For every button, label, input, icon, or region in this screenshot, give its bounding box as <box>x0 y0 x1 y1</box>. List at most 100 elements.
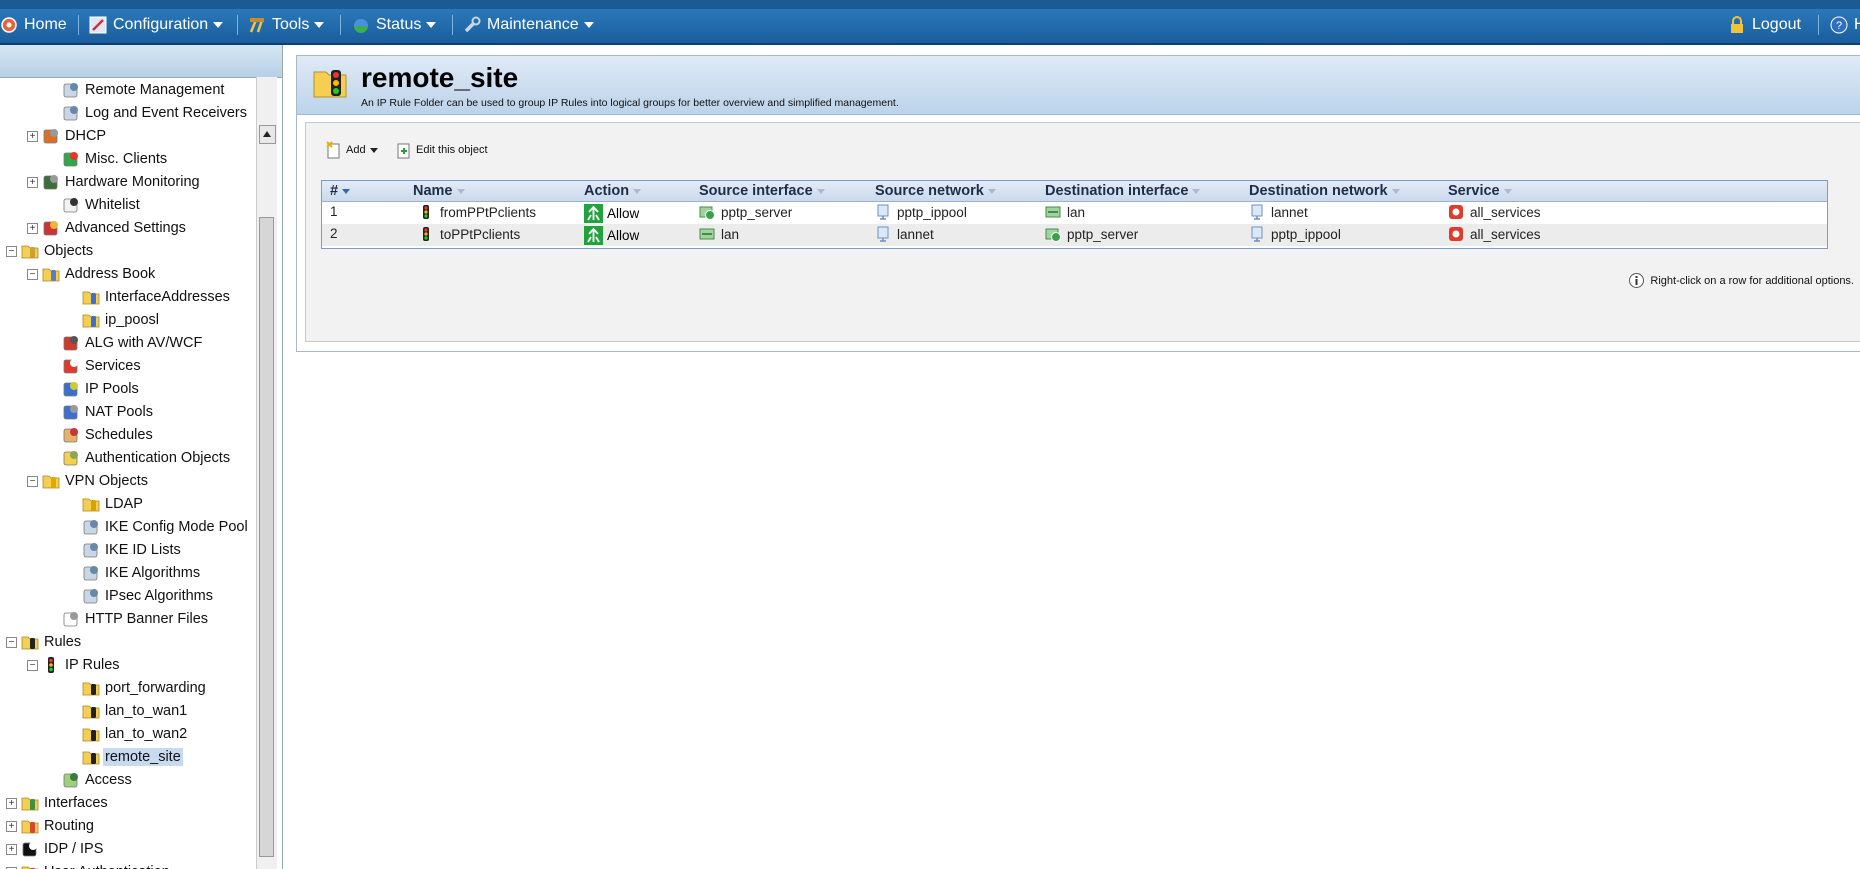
allow-icon <box>584 226 603 245</box>
column-header-source-interface[interactable]: Source interface <box>699 183 825 199</box>
tree-node-routing[interactable]: + Routing <box>6 815 96 837</box>
sort-icon <box>456 188 465 194</box>
cell-service: all_services <box>1448 226 1541 242</box>
tree-node-ip-poosl[interactable]: ip_poosl <box>67 309 161 331</box>
tree-node-ip-rules[interactable]: − IP Rules <box>27 654 122 676</box>
tree-node-log-and-event-receivers[interactable]: Log and Event Receivers <box>47 102 249 124</box>
idp-icon <box>22 842 37 857</box>
column-header-label: Service <box>1448 183 1500 199</box>
tree-node-dhcp[interactable]: + DHCP <box>27 125 108 147</box>
tree-node-lan-to-wan1[interactable]: lan_to_wan1 <box>67 700 189 722</box>
column-header-label: # <box>330 183 339 199</box>
tree-node-remote-site[interactable]: remote_site <box>67 746 183 768</box>
routing-folder-icon <box>21 820 39 834</box>
navigation-sidebar: Remote Management Log and Event Receivers… <box>0 45 283 869</box>
tree-node-objects[interactable]: − Objects <box>6 240 95 262</box>
tree-node-label: Authentication Objects <box>85 450 231 466</box>
collapse-icon[interactable]: − <box>27 475 38 487</box>
top-navigation-bar: Home Configuration Tools Status Maintena… <box>0 0 1860 45</box>
tree-node-label: Rules <box>44 634 82 650</box>
nav-configuration[interactable]: Configuration <box>89 13 224 37</box>
help-button[interactable]: ? H <box>1830 13 1860 37</box>
sort-icon <box>1192 188 1201 194</box>
tree-node-user-authentication[interactable]: +User Authentication <box>6 861 172 869</box>
tree-node-misc-clients[interactable]: Misc. Clients <box>47 148 169 170</box>
expand-icon[interactable]: + <box>6 820 17 832</box>
tree-node-address-book[interactable]: − Address Book <box>27 263 157 285</box>
tree-node-access[interactable]: Access <box>47 769 134 791</box>
expand-icon[interactable]: + <box>27 176 38 188</box>
tree-node-label: Routing <box>44 818 94 834</box>
tree-node-advanced-settings[interactable]: + Advanced Settings <box>27 217 188 239</box>
nav-home[interactable]: Home <box>0 13 67 37</box>
tree-node-lan-to-wan2[interactable]: lan_to_wan2 <box>67 723 189 745</box>
tree-node-interfaceaddresses[interactable]: InterfaceAddresses <box>67 286 232 308</box>
nav-status[interactable]: Status <box>352 13 437 37</box>
expand-icon[interactable]: + <box>27 222 38 234</box>
tree-node-remote-management[interactable]: Remote Management <box>47 79 226 101</box>
tree-node-idp-ips[interactable]: + IDP / IPS <box>6 838 105 860</box>
chevron-down-icon <box>369 147 378 153</box>
cell-action: Allow <box>584 226 639 245</box>
content-area: Add Edit this object # Name Action Sourc… <box>305 122 1860 342</box>
column-header-destination-interface[interactable]: Destination interface <box>1045 183 1201 199</box>
tree-node-schedules[interactable]: Schedules <box>47 424 155 446</box>
collapse-icon[interactable]: − <box>6 245 17 257</box>
traffic-light-icon <box>423 205 429 219</box>
tree-node-vpn-objects[interactable]: − VPN Objects <box>27 470 150 492</box>
cell-text: lan <box>721 226 740 242</box>
tree-node-ike-algorithms[interactable]: IKE Algorithms <box>67 562 202 584</box>
nav-tools[interactable]: Tools <box>248 13 325 37</box>
collapse-icon[interactable]: − <box>27 268 38 280</box>
expand-icon[interactable]: + <box>6 843 17 855</box>
collapse-icon[interactable]: − <box>27 659 38 671</box>
scroll-up-button[interactable] <box>259 125 276 144</box>
tree-node-whitelist[interactable]: Whitelist <box>47 194 142 216</box>
edit-object-button[interactable]: Edit this object <box>396 141 488 159</box>
tree-node-label: IDP / IPS <box>44 841 104 857</box>
tree-node-ldap[interactable]: LDAP <box>67 493 145 515</box>
tree-node-hardware-monitoring[interactable]: + Hardware Monitoring <box>27 171 202 193</box>
tree-node-authentication-objects[interactable]: Authentication Objects <box>47 447 232 469</box>
hint-text: Right-click on a row for additional opti… <box>1650 274 1854 287</box>
add-button[interactable]: Add <box>326 141 378 159</box>
tree-node-rules[interactable]: − Rules <box>6 631 83 653</box>
column-header-label: Source network <box>875 183 984 199</box>
column-header-source-network[interactable]: Source network <box>875 183 996 199</box>
collapse-icon[interactable]: − <box>6 636 17 648</box>
log-receiver-icon <box>63 106 78 121</box>
rule-folder-icon <box>82 682 100 696</box>
column-header-destination-network[interactable]: Destination network <box>1249 183 1400 199</box>
expand-icon[interactable]: + <box>6 797 17 809</box>
column-header-name[interactable]: Name <box>413 183 465 199</box>
nav-maintenance[interactable]: Maintenance <box>463 13 594 37</box>
expand-icon[interactable]: + <box>27 130 38 142</box>
tree-node-label: ip_poosl <box>105 312 160 328</box>
add-icon <box>326 141 340 159</box>
sort-icon <box>987 188 996 194</box>
tree-node-alg-with-av-wcf[interactable]: ALG with AV/WCF <box>47 332 204 354</box>
tree-node-ike-id-lists[interactable]: IKE ID Lists <box>67 539 183 561</box>
page-description: An IP Rule Folder can be used to group I… <box>361 97 899 109</box>
tree-node-http-banner-files[interactable]: HTTP Banner Files <box>47 608 210 630</box>
edit-object-label: Edit this object <box>416 144 488 156</box>
column-header-action[interactable]: Action <box>584 183 642 199</box>
tree-node-port-forwarding[interactable]: port_forwarding <box>67 677 208 699</box>
column-header-service[interactable]: Service <box>1448 183 1512 199</box>
tree-node-ike-config-mode-pool[interactable]: IKE Config Mode Pool <box>67 516 250 538</box>
sidebar-scrollbar[interactable] <box>256 77 277 869</box>
tree-node-ipsec-algorithms[interactable]: IPsec Algorithms <box>67 585 215 607</box>
table-row[interactable]: 2 toPPtPclients Allow lan lannet pptp_server p… <box>322 224 1827 246</box>
tree-node-interfaces[interactable]: + Interfaces <box>6 792 110 814</box>
logout-label: Logout <box>1752 16 1801 33</box>
table-row[interactable]: 1 fromPPtPclients Allow pptp_server pptp_ipp… <box>322 202 1827 224</box>
cell-text: lan <box>1067 204 1086 220</box>
tree-node-ip-pools[interactable]: IP Pools <box>47 378 141 400</box>
alg-icon <box>63 336 78 351</box>
tree-node-nat-pools[interactable]: NAT Pools <box>47 401 155 423</box>
http-banner-icon <box>63 612 78 627</box>
scrollbar-thumb[interactable] <box>259 217 274 857</box>
logout-button[interactable]: Logout <box>1728 13 1801 37</box>
column-header-number[interactable]: # <box>330 183 351 199</box>
tree-node-services[interactable]: Services <box>47 355 143 377</box>
